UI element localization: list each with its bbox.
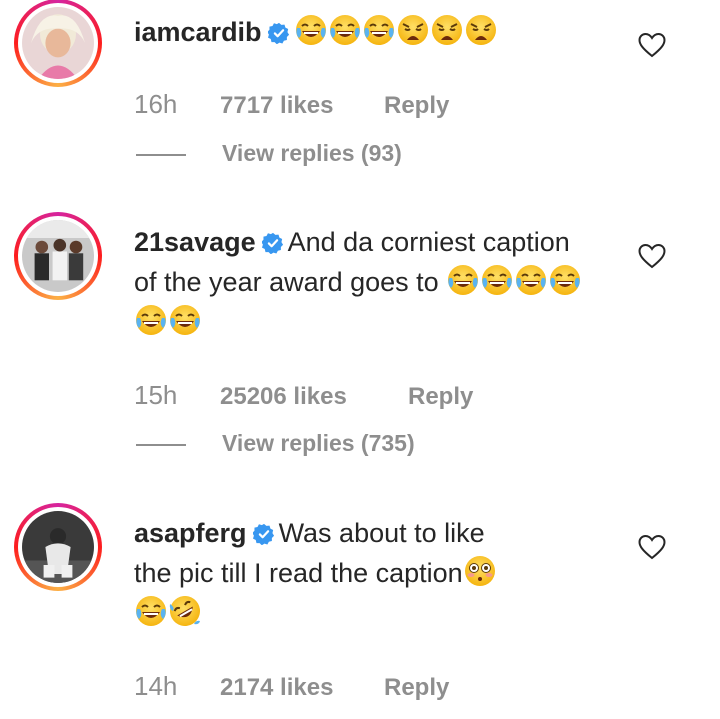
likes-count[interactable]: 7717 likes xyxy=(220,92,384,120)
joy-emoji-icon xyxy=(328,13,362,47)
reply-button[interactable]: Reply xyxy=(384,92,449,120)
joy-emoji-icon xyxy=(168,303,202,337)
username[interactable]: iamcardib xyxy=(134,17,262,47)
comment-time: 16h xyxy=(134,89,178,119)
comment-meta: 15h 25206 likes Reply xyxy=(134,380,473,411)
likes-count[interactable]: 2174 likes xyxy=(220,674,384,702)
username[interactable]: asapferg xyxy=(134,518,247,548)
joy-emoji-icon xyxy=(294,13,328,47)
comment-time: 14h xyxy=(134,671,178,701)
comment-text: asapferg Was about to like the pic till I … xyxy=(134,513,594,633)
avatar[interactable] xyxy=(14,212,102,300)
view-replies-link[interactable]: View replies (735) xyxy=(136,430,415,457)
comment-body-line1: Was about to like xyxy=(278,518,485,548)
avatar[interactable] xyxy=(14,503,102,591)
verified-badge-icon xyxy=(253,523,275,545)
comment-meta: 14h 2174 likes Reply xyxy=(134,671,449,702)
weary-emoji-icon xyxy=(430,13,464,47)
joy-emoji-icon xyxy=(514,263,548,297)
joy-emoji-icon xyxy=(548,263,582,297)
reply-button[interactable]: Reply xyxy=(384,674,449,702)
heart-outline-icon[interactable] xyxy=(638,534,666,560)
joy-emoji-icon xyxy=(134,303,168,337)
view-replies-label[interactable]: View replies (93) xyxy=(222,140,402,166)
joy-emoji-icon xyxy=(362,13,396,47)
weary-emoji-icon xyxy=(464,13,498,47)
flushed-emoji-icon xyxy=(463,554,497,588)
joy-emoji-icon xyxy=(134,594,168,628)
joy-emoji-icon xyxy=(480,263,514,297)
joy-emoji-icon xyxy=(446,263,480,297)
comment-meta: 16h 7717 likes Reply xyxy=(134,89,449,120)
rofl-emoji-icon xyxy=(168,594,202,628)
reply-button[interactable]: Reply xyxy=(408,383,473,411)
view-replies-label[interactable]: View replies (735) xyxy=(222,430,415,456)
verified-badge-icon xyxy=(268,22,290,44)
comment-time: 15h xyxy=(134,380,178,410)
replies-divider xyxy=(136,443,186,446)
comment-body-line2: the pic till I read the caption xyxy=(134,558,463,588)
username[interactable]: 21savage xyxy=(134,227,256,257)
likes-count[interactable]: 25206 likes xyxy=(220,383,408,411)
comment-text: 21savage And da corniest caption of the y… xyxy=(134,222,594,342)
heart-outline-icon[interactable] xyxy=(638,243,666,269)
avatar[interactable] xyxy=(14,0,102,87)
replies-divider xyxy=(136,153,186,156)
weary-emoji-icon xyxy=(396,13,430,47)
verified-badge-icon xyxy=(262,232,284,254)
heart-outline-icon[interactable] xyxy=(638,32,666,58)
view-replies-link[interactable]: View replies (93) xyxy=(136,140,402,167)
comment-text: iamcardib xyxy=(134,12,594,52)
